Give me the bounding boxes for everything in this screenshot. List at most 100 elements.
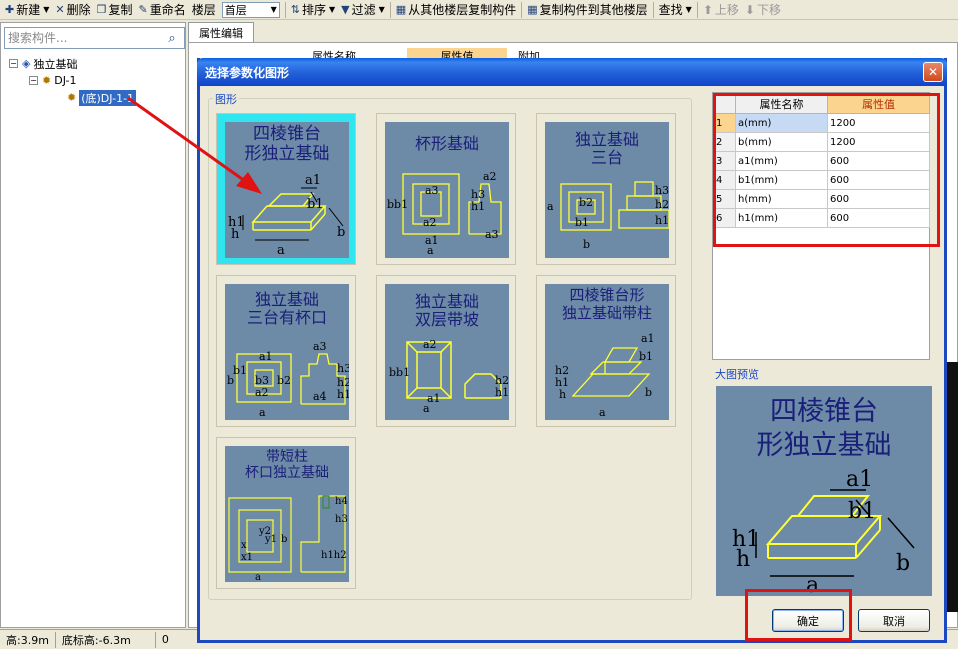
svg-text:a: a	[255, 572, 261, 582]
svg-text:a1: a1	[259, 350, 273, 363]
row-number: 5	[713, 189, 736, 209]
svg-text:b: b	[583, 238, 590, 251]
collapse-toggle-icon[interactable]: −	[29, 76, 38, 85]
table-row[interactable]: 5 h(mm) 600	[713, 189, 930, 209]
copy-from-other-floor-button[interactable]: ▦ 从其他楼层复制构件	[393, 1, 519, 19]
dim-label-b1: b1	[307, 197, 324, 212]
search-icon[interactable]: ⌕	[160, 28, 184, 48]
dialog-title: 选择参数化图形	[205, 65, 290, 80]
arrow-down-icon: ⬇	[744, 2, 755, 17]
table-row[interactable]: 2 b(mm) 1200	[713, 132, 930, 152]
status-floor-height: 高:3.9m	[0, 631, 56, 648]
preview-dim-a: a	[806, 573, 819, 596]
shape-thumb-pyramid-with-column[interactable]: 四棱锥台形 独立基础带柱 a b a1 b1 h2 h1 h	[536, 275, 676, 427]
row-number: 3	[713, 151, 736, 171]
svg-text:a1: a1	[427, 392, 441, 405]
move-up-button[interactable]: ⬆ 上移	[700, 1, 742, 19]
svg-text:h4: h4	[335, 496, 348, 507]
property-value[interactable]: 600	[827, 170, 930, 190]
collapse-toggle-icon[interactable]: −	[9, 59, 18, 68]
table-row[interactable]: 4 b1(mm) 600	[713, 170, 930, 190]
svg-text:a: a	[259, 406, 266, 419]
select-parametric-shape-dialog: 选择参数化图形 ✕ 图形 四棱锥台 形独立基础 a b a1 b1 h1 h 杯…	[197, 58, 947, 643]
chevron-down-icon: ▼	[329, 5, 336, 14]
close-button[interactable]: ✕	[923, 62, 943, 82]
dim-label-a: a	[277, 243, 285, 258]
rename-button[interactable]: ✎ 重命名	[136, 1, 189, 19]
tab-property-edit[interactable]: 属性编辑	[188, 22, 254, 42]
sort-button[interactable]: ⇅ 排序 ▼	[288, 1, 338, 19]
delete-button[interactable]: ✕ 删除	[52, 1, 93, 19]
close-icon: ✕	[927, 65, 939, 79]
property-value[interactable]: 1200	[827, 132, 930, 152]
status-bottom-elevation: 底标高:-6.3m	[56, 631, 156, 648]
new-button[interactable]: ✚ 新建 ▼	[2, 1, 52, 19]
svg-text:b1: b1	[233, 364, 247, 377]
toolbar-divider	[521, 1, 523, 18]
property-value[interactable]: 600	[827, 189, 930, 209]
cup-foundation-drawing: abb1a3a2 a1a2h3h1a3	[387, 170, 502, 257]
shapes-group-label: 图形	[213, 91, 239, 107]
preview-dim-b: b	[896, 551, 910, 576]
property-value[interactable]: 1200	[827, 113, 930, 133]
move-down-button[interactable]: ⬇ 下移	[742, 1, 784, 19]
svg-text:h1: h1	[337, 388, 349, 401]
row-number: 2	[713, 132, 736, 152]
shape-thumb-image: 独立基础 三台 b a b2 b1 h3 h2 h1	[545, 122, 669, 258]
copy-icon: ❐	[96, 3, 107, 16]
svg-text:b2: b2	[277, 374, 291, 387]
floor-label: 楼层	[191, 3, 216, 17]
svg-text:bb1: bb1	[387, 198, 408, 211]
tree-node-dj1-1[interactable]: ✹ (底)DJ-1-1	[5, 89, 183, 106]
table-row[interactable]: 1 a(mm) 1200	[713, 113, 930, 133]
toolbar-divider	[652, 1, 654, 18]
floor-select[interactable]: 首层 ▼	[221, 1, 280, 18]
dim-label-h: h	[231, 227, 240, 242]
table-row[interactable]: 3 a1(mm) 600	[713, 151, 930, 171]
cancel-button[interactable]: 取消	[858, 609, 930, 632]
filter-button[interactable]: ▼ 过滤 ▼	[338, 1, 388, 19]
foundation-group-icon: ◈	[22, 57, 31, 70]
dim-label-b: b	[337, 225, 345, 240]
preview-dim-a1: a1	[846, 467, 873, 492]
component-tree-panel: ⌕ − ◈ 独立基础 − ✹ DJ-1 ✹ (底)DJ-1-1	[0, 22, 186, 628]
ok-button[interactable]: 确定	[772, 609, 844, 632]
shape-thumb-image: 带短柱 杯口独立基础 a b x x1 y2 y1 h4 h3 h1h2	[225, 446, 349, 582]
find-button[interactable]: 查找 ▼	[656, 1, 695, 19]
shape-thumb-image: 独立基础 双层带坡 a a1 bb1 a2 h2 h1	[385, 284, 509, 420]
shape-thumb-truncated-pyramid[interactable]: 四棱锥台 形独立基础 a b a1 b1 h1 h	[216, 113, 356, 265]
shape-thumb-image: 独立基础 三台有杯口 a b a1 b1 b3 a2 b2 a3 h3 h2 h1 a4	[225, 284, 349, 420]
shape-thumb-three-tier-cup[interactable]: 独立基础 三台有杯口 a b a1 b1 b3 a2 b2 a3 h3 h2 h1 a4	[216, 275, 356, 427]
svg-text:b: b	[645, 386, 652, 399]
truncated-pyramid-drawing: a b a1 b1 h1 h	[228, 173, 345, 258]
shape-thumb-cup-foundation[interactable]: 杯形基础 a bb1 a3 a2 a1 a2 h3 h1 a3	[376, 113, 516, 265]
three-tier-drawing: b a b2 b1 h3h2 h1	[547, 181, 669, 251]
svg-text:b: b	[281, 534, 287, 545]
chevron-down-icon: ▼	[270, 5, 277, 14]
svg-text:b1: b1	[639, 350, 653, 363]
shape-thumb-three-tier[interactable]: 独立基础 三台 b a b2 b1 h3 h2 h1	[536, 113, 676, 265]
column-header-value: 属性值	[827, 93, 930, 114]
search-input[interactable]	[5, 28, 160, 48]
svg-text:h1: h1	[471, 200, 485, 213]
row-number: 1	[713, 113, 736, 133]
tree-node-dj1[interactable]: − ✹ DJ-1	[5, 72, 183, 89]
tree-node-root[interactable]: − ◈ 独立基础	[5, 55, 183, 72]
dialog-titlebar[interactable]: 选择参数化图形 ✕	[197, 58, 947, 86]
chevron-down-icon: ▼	[685, 5, 692, 14]
preview-dim-h: h	[736, 547, 750, 572]
copy-button[interactable]: ❐ 复制	[94, 1, 136, 19]
table-row[interactable]: 6 h1(mm) 600	[713, 208, 930, 228]
component-tree: − ◈ 独立基础 − ✹ DJ-1 ✹ (底)DJ-1-1	[5, 55, 183, 106]
preview-title-line1: 四棱锥台	[770, 396, 878, 427]
shape-thumb-short-column-cup[interactable]: 带短柱 杯口独立基础 a b x x1 y2 y1 h4 h3 h1h2	[216, 437, 356, 589]
copy-to-other-floor-button[interactable]: ▦ 复制构件到其他楼层	[524, 1, 650, 19]
shape-thumb-double-slope[interactable]: 独立基础 双层带坡 a a1 bb1 a2 h2 h1	[376, 275, 516, 427]
property-value[interactable]: 600	[827, 208, 930, 228]
gear-icon: ✹	[67, 91, 77, 104]
svg-text:h2: h2	[655, 198, 669, 211]
toolbar-divider	[696, 1, 698, 18]
svg-text:h3: h3	[337, 362, 349, 375]
property-value[interactable]: 600	[827, 151, 930, 171]
svg-text:a3: a3	[485, 228, 499, 241]
